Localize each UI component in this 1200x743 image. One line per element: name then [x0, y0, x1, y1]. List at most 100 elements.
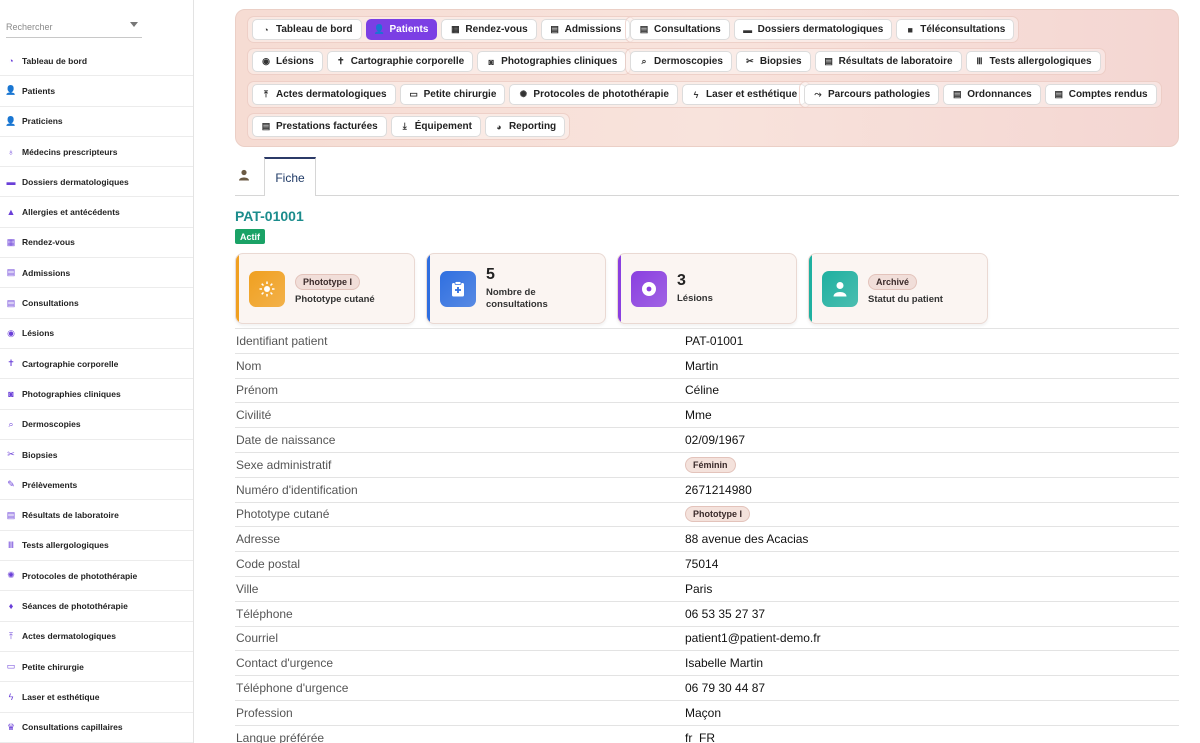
nav-button-label: Photographies cliniques — [501, 56, 618, 67]
nav-button[interactable]: 👤 Patients — [365, 19, 438, 40]
field-value: patient1@patient-demo.fr — [685, 631, 821, 646]
nav-button[interactable]: ✝ Cartographie corporelle — [326, 51, 474, 72]
nav-button[interactable]: ▭ Petite chirurgie — [399, 84, 506, 105]
sidebar-item[interactable]: ⌕ Dermoscopies — [0, 410, 193, 440]
dashboard-icon: ◔ — [263, 24, 269, 35]
sidebar-item[interactable]: ▬ Dossiers dermatologiques — [0, 167, 193, 198]
nav-button[interactable]: ■ Téléconsultations — [896, 19, 1015, 40]
field-label: Profession — [236, 705, 293, 720]
sidebar-item[interactable]: ✎ Prélèvements — [0, 470, 193, 501]
nav-button[interactable]: ▤ Résultats de laboratoire — [814, 51, 962, 72]
sidebar-item[interactable]: ♛ Consultations capillaires — [0, 713, 193, 743]
nav-button[interactable]: ▤ Consultations — [630, 19, 730, 40]
sidebar-item[interactable]: ◙ Photographies cliniques — [0, 379, 193, 410]
user-icon[interactable] — [238, 169, 252, 183]
card-badge: Archivé — [868, 274, 918, 290]
procedure-icon: ⤒ — [264, 89, 268, 99]
sidebar-item-label: Consultations — [22, 298, 79, 309]
field-value-cell: 02/09/1967 — [685, 433, 745, 447]
nav-button[interactable]: ▤ Admissions — [540, 19, 631, 40]
field-value-cell: Maçon — [685, 706, 721, 720]
chevron-down-icon[interactable] — [130, 22, 138, 27]
sidebar-item[interactable]: ▦ Rendez-vous — [0, 228, 193, 259]
nav-group: ▤ Consultations ▬ Dossiers dermatologiques ■… — [625, 16, 1020, 43]
field-value-cell: 75014 — [685, 557, 718, 571]
top-nav-panel: ◔ Tableau de bord 👤 Patients ▦ Rendez-vous ▤ Ad… — [235, 9, 1179, 147]
nav-button[interactable]: ◉ Lésions — [252, 51, 323, 72]
sidebar-item[interactable]: ✺ Protocoles de photothérapie — [0, 561, 193, 592]
sidebar-item[interactable]: ▤ Admissions — [0, 258, 193, 289]
nav-button[interactable]: ◕ Reporting — [484, 116, 566, 137]
tab-bar: Fiche — [235, 157, 1179, 196]
document-icon: ▤ — [261, 121, 271, 131]
sidebar-item[interactable]: ◔ Tableau de bord — [0, 46, 193, 77]
table-row: Civilité Mme — [235, 402, 1179, 427]
field-label: Code postal — [236, 557, 301, 572]
sidebar-item[interactable]: ♁ Médecins prescripteurs — [0, 137, 193, 168]
tab-fiche[interactable]: Fiche — [264, 157, 316, 196]
sidebar-list: ◔ Tableau de bord 👤 Patients 👤 Praticiens ♁ Méd… — [0, 46, 193, 743]
sidebar-item-label: Tests allergologiques — [22, 540, 109, 551]
sidebar-item[interactable]: 👤 Patients — [0, 76, 193, 107]
sidebar-item[interactable]: ▲ Allergies et antécédents — [0, 197, 193, 228]
nav-button-label: Actes dermatologiques — [276, 89, 387, 100]
folder-icon: ▬ — [743, 24, 753, 35]
table-row: Adresse 88 avenue des Acacias — [235, 526, 1179, 551]
sidebar-item[interactable]: Ⅲ Tests allergologiques — [0, 531, 193, 562]
nav-button[interactable]: ▤ Comptes rendus — [1044, 84, 1157, 105]
card-badge: Phototype I — [295, 274, 360, 290]
document-icon: ▤ — [952, 89, 962, 99]
nav-button[interactable]: ◙ Photographies cliniques — [477, 51, 627, 72]
nav-button[interactable]: ▤ Ordonnances — [943, 84, 1041, 105]
search-input[interactable]: Rechercher — [6, 18, 142, 38]
sun-icon: ✺ — [519, 89, 528, 99]
camera-icon: ◙ — [8, 388, 14, 399]
sidebar-item[interactable]: ▤ Consultations — [0, 288, 193, 319]
field-value-cell: Féminin — [685, 456, 736, 473]
sidebar-item[interactable]: ▤ Résultats de laboratoire — [0, 500, 193, 531]
sidebar-item[interactable]: ϟ Laser et esthétique — [0, 682, 193, 713]
nav-button[interactable]: ⤳ Parcours pathologies — [804, 84, 940, 105]
field-value-cell: 06 79 30 44 87 — [685, 681, 765, 695]
nav-button[interactable]: ⤒ Actes dermatologiques — [252, 84, 396, 105]
sidebar-item[interactable]: ⤒ Actes dermatologiques — [0, 622, 193, 652]
table-row: Prénom Céline — [235, 377, 1179, 403]
sidebar-item-label: Prélèvements — [22, 479, 78, 490]
clipboard-icon: ▤ — [639, 24, 649, 34]
equipment-icon: ⤓ — [402, 121, 407, 131]
nav-button[interactable]: Ⅲ Tests allergologiques — [965, 51, 1101, 72]
sidebar-item[interactable]: ♦ Séances de photothérapie — [0, 591, 193, 622]
sidebar: Rechercher ◔ Tableau de bord 👤 Patients 👤 Pra… — [0, 0, 194, 743]
table-row: Langue préférée fr_FR — [235, 724, 1179, 743]
nav-button[interactable]: ⤓ Équipement — [390, 116, 481, 137]
table-row: Ville Paris — [235, 575, 1179, 601]
nav-button[interactable]: ▦ Rendez-vous — [441, 19, 537, 40]
bulb-icon: ♦ — [8, 600, 14, 611]
nav-button[interactable]: ✺ Protocoles de photothérapie — [509, 84, 678, 105]
nav-button[interactable]: ◔ Tableau de bord — [252, 19, 362, 40]
nav-button[interactable]: ▬ Dossiers dermatologiques — [733, 19, 893, 40]
sidebar-item[interactable]: ▭ Petite chirurgie — [0, 652, 193, 683]
sidebar-item[interactable]: ✂ Biopsies — [0, 440, 193, 471]
magnifier-icon: ⌕ — [641, 56, 647, 66]
nav-button[interactable]: ✂ Biopsies — [735, 51, 811, 72]
nav-button-label: Dermoscopies — [654, 56, 723, 67]
sidebar-item[interactable]: 👤 Praticiens — [0, 107, 193, 137]
syringe-icon: ✎ — [7, 479, 15, 490]
sidebar-item[interactable]: ✝ Cartographie corporelle — [0, 349, 193, 380]
nav-button[interactable]: ⌕ Dermoscopies — [630, 51, 732, 72]
nav-button[interactable]: ϟ Laser et esthétique — [681, 84, 807, 105]
nav-button[interactable]: ▤ Prestations facturées — [252, 116, 387, 137]
field-label: Prénom — [236, 383, 279, 398]
field-value-cell: Céline — [685, 383, 719, 397]
sidebar-item[interactable]: ◉ Lésions — [0, 319, 193, 349]
sidebar-item-label: Petite chirurgie — [22, 661, 84, 672]
sidebar-item-label: Actes dermatologiques — [22, 631, 116, 642]
value-pill: Phototype I — [685, 506, 750, 523]
nav-button-label: Équipement — [414, 121, 472, 132]
clipboard-icon: ▤ — [6, 267, 16, 278]
nav-button-label: Prestations facturées — [276, 121, 378, 132]
card-statut: Archivé Statut du patient — [808, 253, 988, 324]
dashboard-icon: ◔ — [8, 55, 14, 66]
sidebar-item-label: Admissions — [22, 267, 71, 278]
